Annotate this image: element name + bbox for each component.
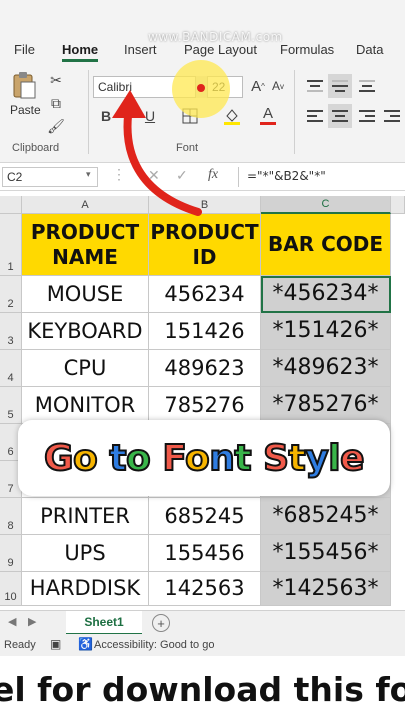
name-box[interactable]: C2: [2, 167, 98, 187]
red-arrow-icon: [112, 90, 202, 216]
caption-letter: S: [262, 437, 290, 480]
copy-icon[interactable]: ⧉: [46, 93, 66, 113]
table-cell[interactable]: UPS: [22, 535, 149, 572]
table-cell[interactable]: MONITOR: [22, 387, 149, 424]
tab-home[interactable]: Home: [62, 42, 99, 62]
macro-record-icon[interactable]: ▣: [50, 637, 61, 651]
caption-letter: G: [43, 437, 75, 480]
ribbon-separator: [88, 70, 89, 154]
header-cell-bar-code[interactable]: BAR CODE: [261, 214, 391, 276]
column-header-d[interactable]: [391, 196, 405, 214]
tab-page-layout[interactable]: Page Layout: [184, 42, 257, 57]
table-cell[interactable]: *155456*: [261, 535, 391, 572]
caption-letter: o: [184, 437, 211, 480]
align-top-icon[interactable]: [304, 76, 326, 96]
fill-color-icon[interactable]: [222, 106, 242, 126]
row-header[interactable]: 3: [0, 313, 22, 350]
tab-file[interactable]: File: [14, 42, 35, 57]
table-cell[interactable]: *489623*: [261, 350, 391, 387]
ribbon-separator: [294, 70, 295, 154]
table-cell-selected[interactable]: *456234*: [261, 276, 391, 313]
table-cell[interactable]: PRINTER: [22, 498, 149, 535]
caption-overlay: Go to Font Style: [18, 420, 390, 496]
table-cell[interactable]: MOUSE: [22, 276, 149, 313]
table-cell[interactable]: 151426: [149, 313, 261, 350]
row-header[interactable]: 4: [0, 350, 22, 387]
table-cell[interactable]: 142563: [149, 572, 261, 606]
caption-letter: y: [304, 437, 329, 480]
font-color-icon[interactable]: A: [258, 104, 278, 126]
column-header-c[interactable]: C: [261, 196, 391, 214]
format-painter-icon[interactable]: 🖌: [46, 116, 66, 136]
row-header[interactable]: 5: [0, 387, 22, 424]
caption-letter: l: [327, 437, 341, 480]
add-sheet-button[interactable]: +: [152, 614, 170, 632]
watermark: www.BANDICAM.com: [148, 30, 283, 44]
accessibility-icon[interactable]: ♿: [78, 637, 93, 651]
caption-letter: o: [125, 437, 152, 480]
table-cell[interactable]: 155456: [149, 535, 261, 572]
table-cell[interactable]: *785276*: [261, 387, 391, 424]
caption-text: Go to Font Style: [43, 437, 366, 480]
row-header[interactable]: 10: [0, 572, 22, 606]
paste-icon[interactable]: [10, 70, 38, 100]
bottom-caption: el for download this font: [0, 670, 405, 709]
caption-letter: o: [72, 437, 99, 480]
status-ready: Ready: [4, 639, 36, 651]
tab-formulas[interactable]: Formulas: [280, 42, 334, 57]
table-cell[interactable]: *151426*: [261, 313, 391, 350]
row-header[interactable]: 1: [0, 214, 22, 276]
caption-letter: F: [161, 437, 186, 480]
sheet-tab-bar: ◀ ▶ Sheet1 +: [0, 610, 405, 635]
prev-sheet-icon[interactable]: ◀: [8, 615, 16, 628]
row-header[interactable]: 2: [0, 276, 22, 313]
caption-letter: [251, 438, 263, 479]
align-right-icon[interactable]: [356, 106, 378, 126]
select-all-corner[interactable]: [0, 196, 22, 214]
tab-data[interactable]: Data: [356, 42, 383, 57]
align-center-icon[interactable]: [328, 104, 352, 128]
caption-letter: [97, 438, 109, 479]
row-header[interactable]: 8: [0, 498, 22, 535]
table-cell[interactable]: 785276: [149, 387, 261, 424]
indent-icon[interactable]: [382, 106, 402, 126]
sheet-tab-sheet1[interactable]: Sheet1: [66, 611, 142, 635]
clipboard-group-label: Clipboard: [12, 142, 60, 154]
spreadsheet-grid: A B C 1 2 3 4 5 6 7 8 9 10 PRODUCT NAME …: [0, 196, 405, 606]
align-middle-icon[interactable]: [328, 74, 352, 98]
cut-icon[interactable]: ✂: [46, 70, 66, 90]
status-bar: Ready ▣ ♿ Accessibility: Good to go: [0, 634, 405, 656]
table-cell[interactable]: 685245: [149, 498, 261, 535]
row-header[interactable]: 9: [0, 535, 22, 572]
formula-input[interactable]: ="*"&B2&"*": [238, 167, 405, 187]
caption-letter: t: [288, 437, 307, 480]
name-box-dropdown-icon[interactable]: ▾: [86, 169, 91, 180]
accessibility-status[interactable]: Accessibility: Good to go: [94, 639, 214, 651]
caption-letter: t: [108, 437, 127, 480]
align-bottom-icon[interactable]: [356, 76, 378, 96]
table-cell[interactable]: HARDDISK: [22, 572, 149, 606]
caption-letter: [150, 438, 162, 479]
caption-letter: t: [233, 437, 252, 480]
table-cell[interactable]: KEYBOARD: [22, 313, 149, 350]
caption-letter: n: [208, 437, 236, 480]
shrink-font-icon[interactable]: Av: [270, 76, 286, 96]
grow-font-icon[interactable]: A ^: [250, 76, 266, 96]
table-cell[interactable]: CPU: [22, 350, 149, 387]
table-cell[interactable]: *142563*: [261, 572, 391, 606]
next-sheet-icon[interactable]: ▶: [28, 615, 36, 628]
tab-insert[interactable]: Insert: [124, 42, 157, 57]
caption-letter: e: [339, 437, 365, 480]
table-cell[interactable]: *685245*: [261, 498, 391, 535]
table-cell[interactable]: 489623: [149, 350, 261, 387]
align-left-icon[interactable]: [304, 106, 326, 126]
table-cell[interactable]: 456234: [149, 276, 261, 313]
paste-label[interactable]: Paste: [10, 103, 41, 117]
